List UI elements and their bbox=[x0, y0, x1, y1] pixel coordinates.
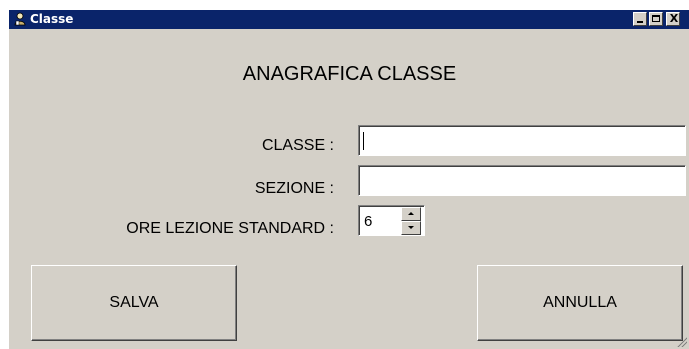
classe-window: Classe X ANAGRAFICA CLASSE CLASSE : SEZI… bbox=[8, 9, 689, 349]
save-button[interactable]: SALVA bbox=[31, 265, 237, 341]
spinner-increment-button[interactable] bbox=[401, 207, 421, 221]
ore-lezione-value: 6 bbox=[364, 213, 373, 230]
title-bar[interactable]: Classe X bbox=[9, 10, 689, 29]
window-title: Classe bbox=[30, 12, 74, 26]
cancel-button[interactable]: ANNULLA bbox=[477, 265, 683, 341]
classe-input[interactable] bbox=[358, 125, 686, 156]
form-heading: ANAGRAFICA CLASSE bbox=[242, 63, 457, 85]
close-button[interactable]: X bbox=[666, 12, 680, 26]
spinner-decrement-button[interactable] bbox=[401, 221, 421, 235]
chevron-up-icon bbox=[408, 212, 414, 215]
maximize-icon bbox=[652, 15, 660, 22]
classe-label: CLASSE : bbox=[261, 137, 334, 154]
resize-grip[interactable] bbox=[675, 335, 687, 347]
minimize-button[interactable] bbox=[633, 12, 647, 26]
chevron-down-icon bbox=[408, 226, 414, 229]
ore-lezione-spinner[interactable]: 6 bbox=[358, 205, 425, 236]
close-icon: X bbox=[669, 12, 679, 25]
minimize-icon bbox=[637, 21, 643, 23]
ore-lezione-label: ORE LEZIONE STANDARD : bbox=[126, 220, 334, 237]
maximize-button[interactable] bbox=[649, 12, 663, 26]
sezione-input[interactable] bbox=[358, 165, 686, 196]
sezione-label: SEZIONE : bbox=[254, 180, 334, 197]
app-person-icon bbox=[14, 12, 26, 26]
text-caret bbox=[363, 132, 364, 150]
